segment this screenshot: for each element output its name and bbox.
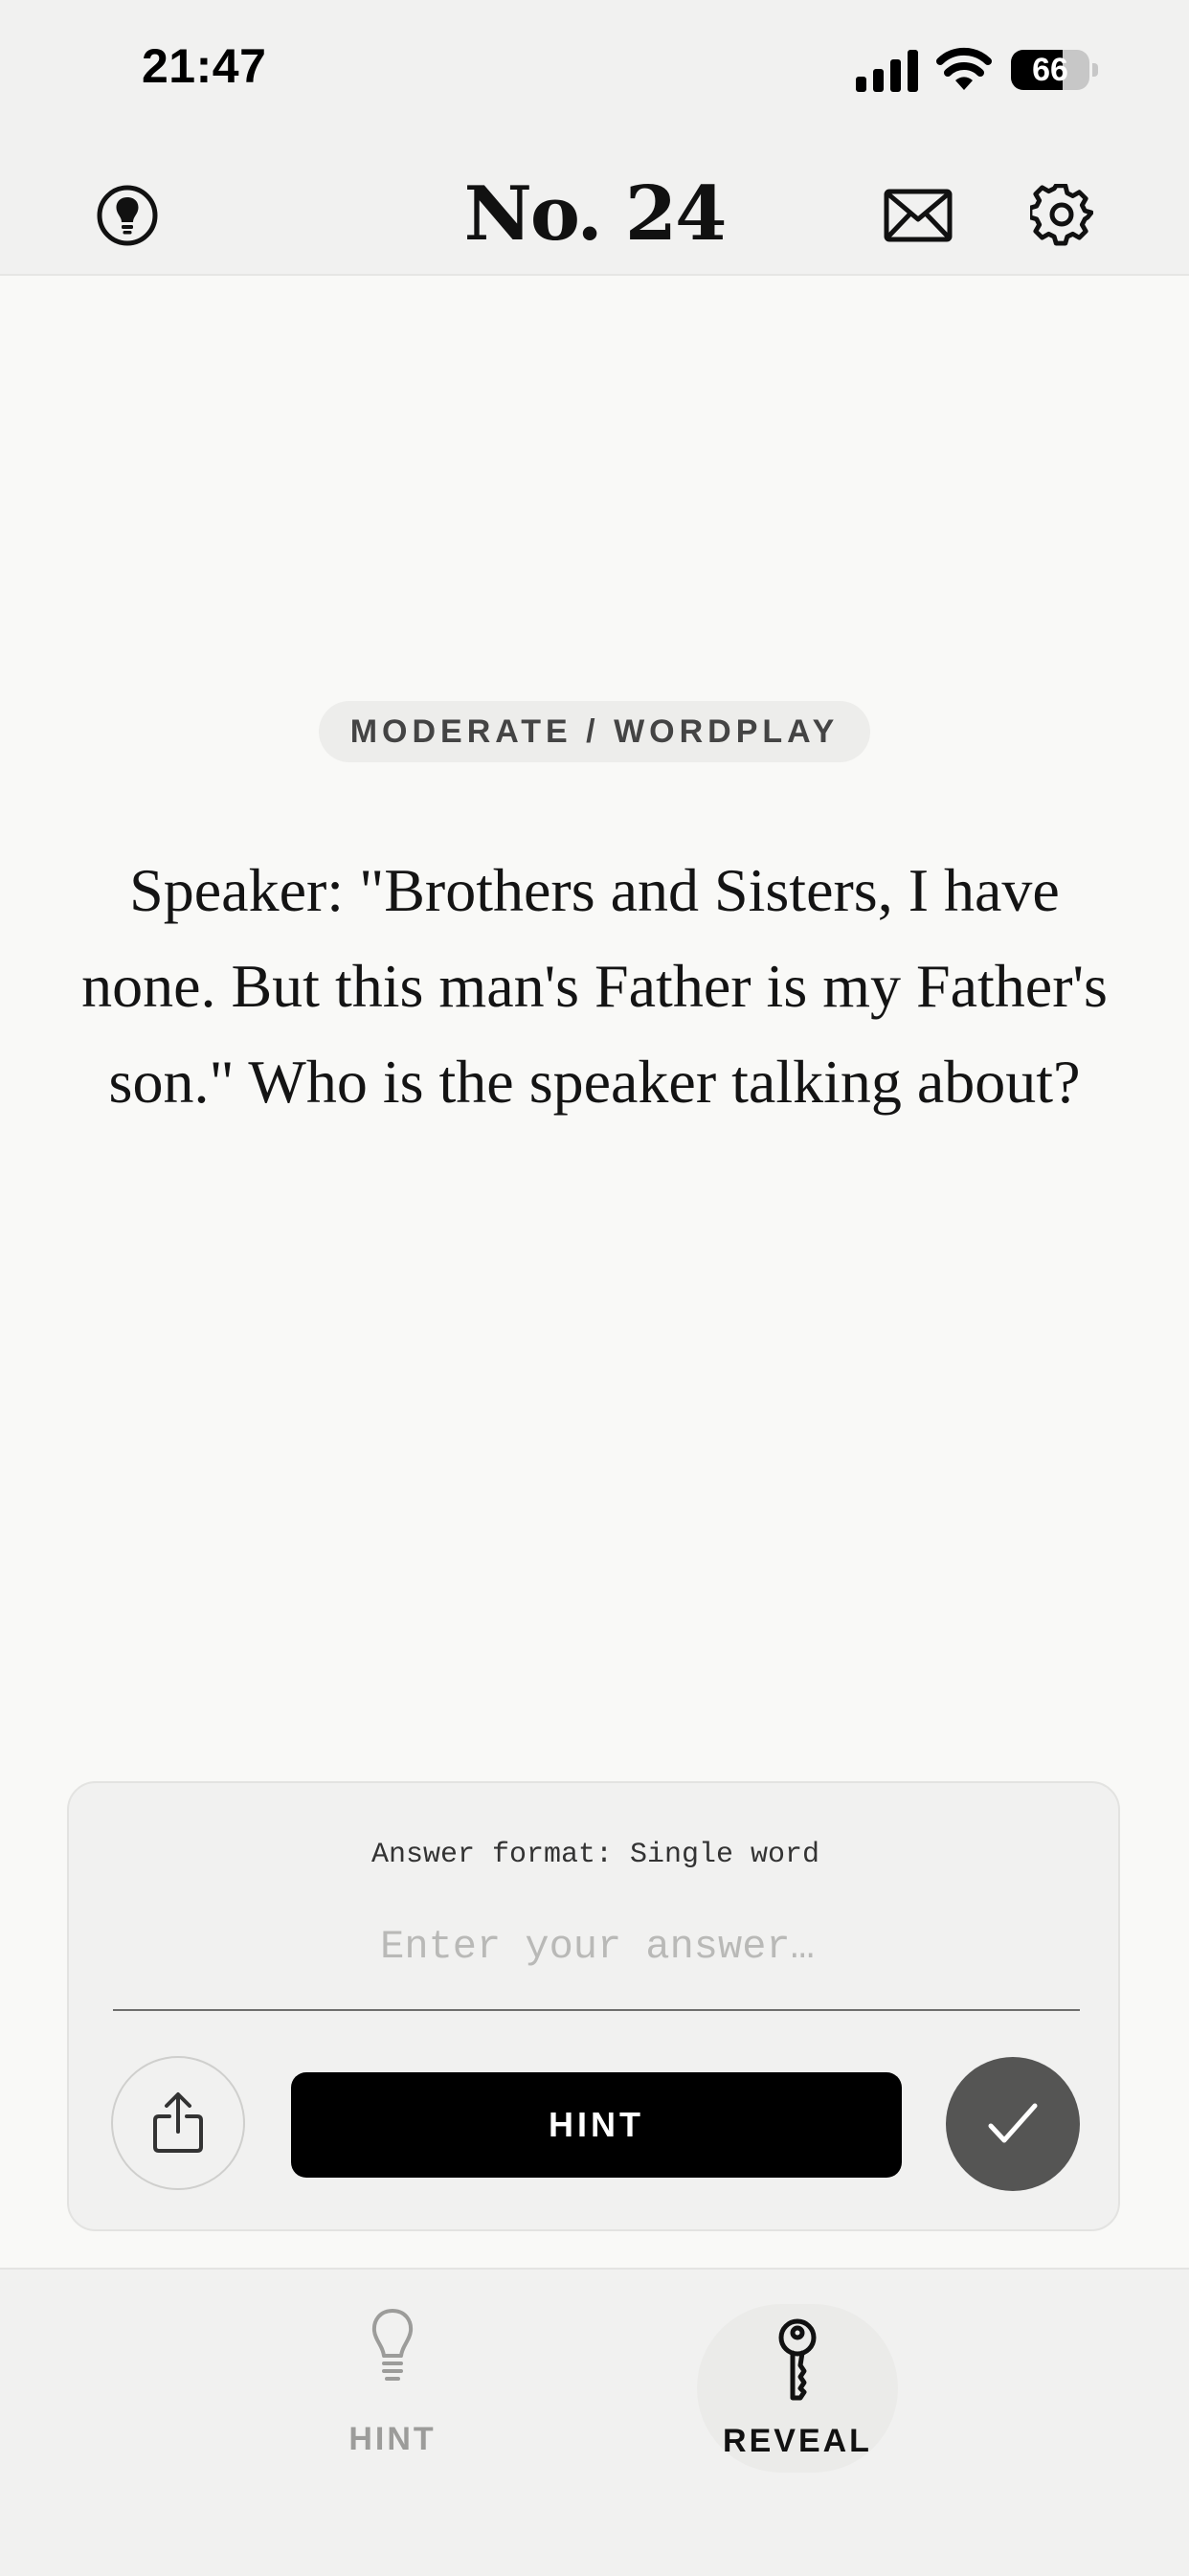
page-title: No. 24 bbox=[463, 170, 728, 258]
share-button[interactable] bbox=[111, 2056, 245, 2190]
submit-answer-button[interactable] bbox=[946, 2057, 1080, 2191]
mail-icon bbox=[884, 189, 953, 242]
bottom-tab-bar: HINT REVEAL bbox=[0, 2268, 1189, 2576]
checkmark-icon bbox=[988, 2103, 1038, 2143]
battery-indicator: 66 bbox=[1011, 50, 1099, 90]
lightbulb-icon bbox=[97, 185, 158, 246]
gear-icon bbox=[1030, 184, 1093, 246]
key-icon bbox=[778, 2318, 817, 2401]
tab-hint[interactable]: HINT bbox=[297, 2308, 488, 2461]
answer-format-label: Answer format: Single word bbox=[370, 1839, 820, 1871]
answer-underline bbox=[113, 2009, 1080, 2011]
cellular-signal-icon bbox=[856, 50, 918, 92]
status-time: 21:47 bbox=[142, 39, 267, 93]
tab-reveal[interactable]: REVEAL bbox=[697, 2304, 898, 2473]
lightbulb-icon bbox=[371, 2309, 414, 2381]
mail-button[interactable] bbox=[879, 184, 957, 247]
category-badge: MODERATE / WORDPLAY bbox=[319, 701, 870, 762]
lightbulb-header-button[interactable] bbox=[94, 182, 161, 249]
tab-hint-label: HINT bbox=[348, 2421, 437, 2457]
riddle-text: Speaker: "Brothers and Sisters, I have n… bbox=[81, 856, 1108, 1116]
share-icon bbox=[153, 2092, 203, 2153]
answer-card: Answer format: Single word HINT bbox=[67, 1781, 1120, 2231]
battery-percentage: 66 bbox=[1032, 52, 1068, 88]
answer-input[interactable] bbox=[113, 1908, 1082, 1986]
hint-button[interactable]: HINT bbox=[291, 2072, 902, 2178]
tab-reveal-label: REVEAL bbox=[723, 2423, 872, 2459]
settings-button[interactable] bbox=[1028, 182, 1095, 249]
wifi-icon bbox=[936, 47, 992, 90]
